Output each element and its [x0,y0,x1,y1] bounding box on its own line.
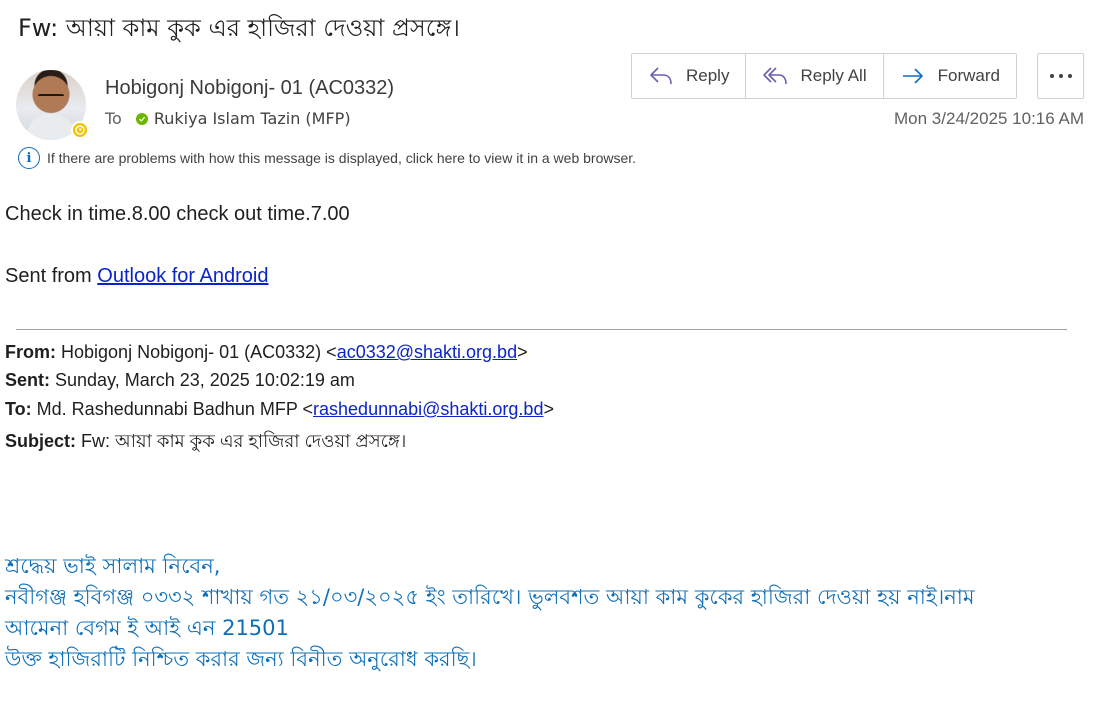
sent-from-prefix: Sent from [5,265,98,287]
bengali-line-2: নবীগঞ্জ হবিগঞ্জ ০৩৩২ শাখায় গত ২১/০৩/২০২… [5,585,975,609]
forwarded-subject-line: Subject: Fw: আয়া কাম কুক এর হাজিরা দেওয… [5,427,406,458]
display-problem-notice[interactable]: i If there are problems with how this me… [18,147,636,169]
forwarded-sent-value: Sunday, March 23, 2025 10:02:19 am [55,370,355,390]
recipient-name[interactable]: Rukiya Islam Tazin (MFP) [154,109,351,128]
forwarded-to-email[interactable]: rashedunnabi@shakti.org.bd [313,399,543,419]
message-subject: Fw: আয়া কাম কুক এর হাজিরা দেওয়া প্রসঙ্… [18,14,460,42]
reply-icon [650,67,672,85]
forward-icon [902,68,923,84]
more-icon-dot [1067,74,1072,78]
reply-button[interactable]: Reply [632,54,747,98]
message-timestamp: Mon 3/24/2025 10:16 AM [894,109,1084,128]
check-icon [138,116,145,122]
forwarded-to-value: Md. Rashedunnabi Badhun MFP < [36,399,314,419]
forwarded-from-email[interactable]: ac0332@shakti.org.bd [337,342,517,362]
forward-button[interactable]: Forward [884,54,1016,98]
reply-label: Reply [686,66,730,85]
clock-icon [75,125,85,135]
more-actions-button[interactable] [1037,53,1084,99]
bengali-line-4: উক্ত হাজিরাটি নিশ্চিত করার জন্য বিনীত অন… [5,647,477,671]
forwarded-from-label: From: [5,342,56,362]
reply-all-icon [763,67,788,85]
body-sent-from: Sent from Outlook for Android [5,265,268,288]
sender-name[interactable]: Hobigonj Nobigonj- 01 (AC0332) [105,77,394,100]
forwarded-to-label: To: [5,399,32,419]
more-icon-dot [1058,74,1063,78]
forwarded-to-suffix: > [543,399,554,419]
info-icon: i [18,147,40,169]
forwarded-subject-label: Subject: [5,431,77,451]
forwarded-subject-value: Fw: আয়া কাম কুক এর হাজিরা দেওয়া প্রসঙ্… [81,431,407,451]
message-actions: Reply Reply All Forward [631,53,1017,99]
more-icon [1049,74,1054,78]
forward-label: Forward [937,66,1000,85]
reply-all-label: Reply All [800,66,867,85]
recipient-line: To Rukiya Islam Tazin (MFP) [105,109,351,128]
forwarded-sent-label: Sent: [5,370,50,390]
avatar-shirt [26,114,76,140]
avatar-glasses [38,94,64,102]
body-checkin-line: Check in time.8.00 check out time.7.00 [5,203,350,225]
forwarded-sent-line: Sent: Sunday, March 23, 2025 10:02:19 am [5,370,355,391]
presence-away-badge [71,121,89,139]
forwarded-from-value: Hobigonj Nobigonj- 01 (AC0332) < [61,342,337,362]
forward-divider [16,329,1067,330]
bengali-line-3: আমেনা বেগম ই আই এন 21501 [5,616,289,640]
bengali-greeting: শ্রদ্ধেয় ভাই সালাম নিবেন, [5,554,221,578]
forwarded-to-line: To: Md. Rashedunnabi Badhun MFP <rashedu… [5,399,554,420]
forwarded-from-line: From: Hobigonj Nobigonj- 01 (AC0332) <ac… [5,342,528,363]
outlook-android-link[interactable]: Outlook for Android [97,265,268,287]
reply-all-button[interactable]: Reply All [746,54,884,98]
forwarded-from-suffix: > [517,342,528,362]
to-label: To [105,109,122,128]
presence-available-icon [135,112,148,125]
display-problem-text[interactable]: If there are problems with how this mess… [47,150,636,166]
